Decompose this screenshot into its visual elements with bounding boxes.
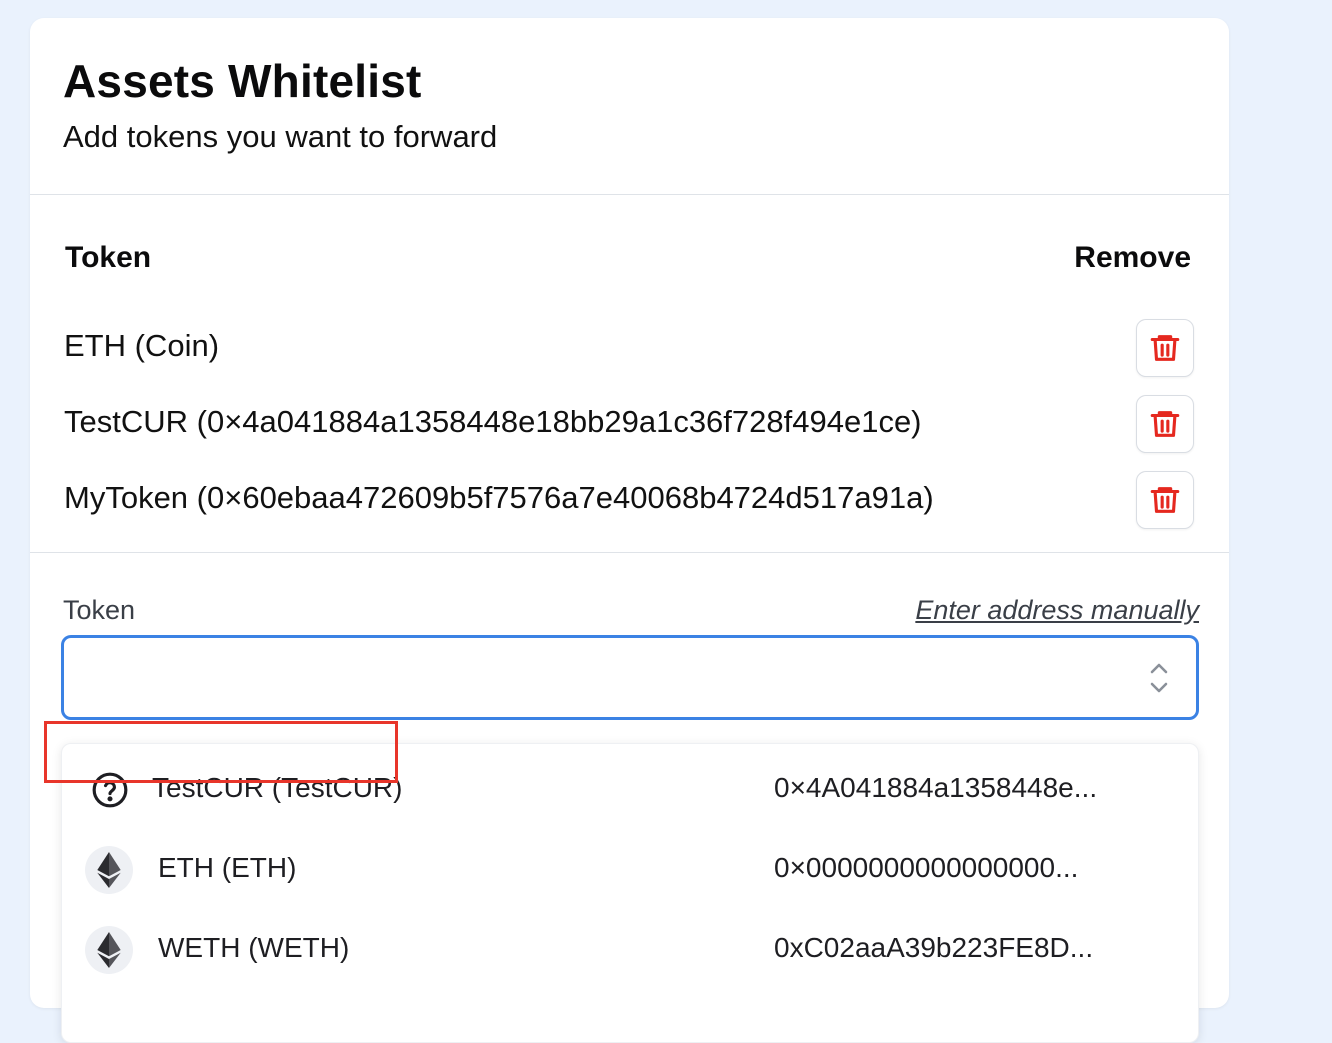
dropdown-option[interactable]: WETH (WETH) 0xC02aaA39b223FE8D... — [62, 912, 1198, 992]
token-field-label: Token — [63, 595, 136, 625]
chevron-up-down-icon — [1150, 663, 1168, 693]
dropdown-option-address: 0×0000000000000000... — [774, 852, 1079, 883]
assets-whitelist-card: Assets Whitelist Add tokens you want to … — [30, 18, 1229, 1043]
enter-address-manually-link[interactable]: Enter address manually — [915, 595, 1199, 626]
remove-token-button[interactable] — [1136, 395, 1194, 453]
ethereum-icon — [85, 846, 133, 894]
token-row-label: MyToken (0×60ebaa472609b5f7576a7e40068b4… — [64, 480, 934, 515]
dropdown-option-address: 0xC02aaA39b223FE8D... — [774, 932, 1094, 963]
highlight-annotation-box — [44, 721, 398, 783]
token-dropdown: TestCUR (TestCUR) 0×4A041884a1358448e...… — [61, 743, 1199, 1043]
token-table: Token Remove ETH (Coin) TestCUR (0×4a041… — [30, 195, 1229, 553]
token-row-label: TestCUR (0×4a041884a1358448e18bb29a1c36f… — [64, 404, 922, 439]
remove-token-button[interactable] — [1136, 471, 1194, 529]
remove-token-button[interactable] — [1136, 319, 1194, 377]
token-select[interactable] — [61, 635, 1199, 720]
dropdown-option-name: ETH (ETH) — [158, 852, 297, 883]
page-subtitle: Add tokens you want to forward — [63, 119, 498, 154]
trash-icon — [1150, 335, 1180, 361]
trash-icon — [1150, 411, 1180, 437]
token-row-label: ETH (Coin) — [64, 328, 220, 363]
dropdown-option[interactable]: ETH (ETH) 0×0000000000000000... — [62, 832, 1198, 912]
column-header-remove: Remove — [1074, 241, 1191, 274]
page-title: Assets Whitelist — [63, 55, 422, 107]
column-header-token: Token — [65, 241, 152, 274]
ethereum-icon — [85, 926, 133, 974]
dropdown-option-name: WETH (WETH) — [158, 932, 350, 963]
dropdown-option-address: 0×4A041884a1358448e... — [774, 772, 1098, 803]
trash-icon — [1150, 487, 1180, 513]
card-header: Assets Whitelist Add tokens you want to … — [30, 18, 1229, 195]
